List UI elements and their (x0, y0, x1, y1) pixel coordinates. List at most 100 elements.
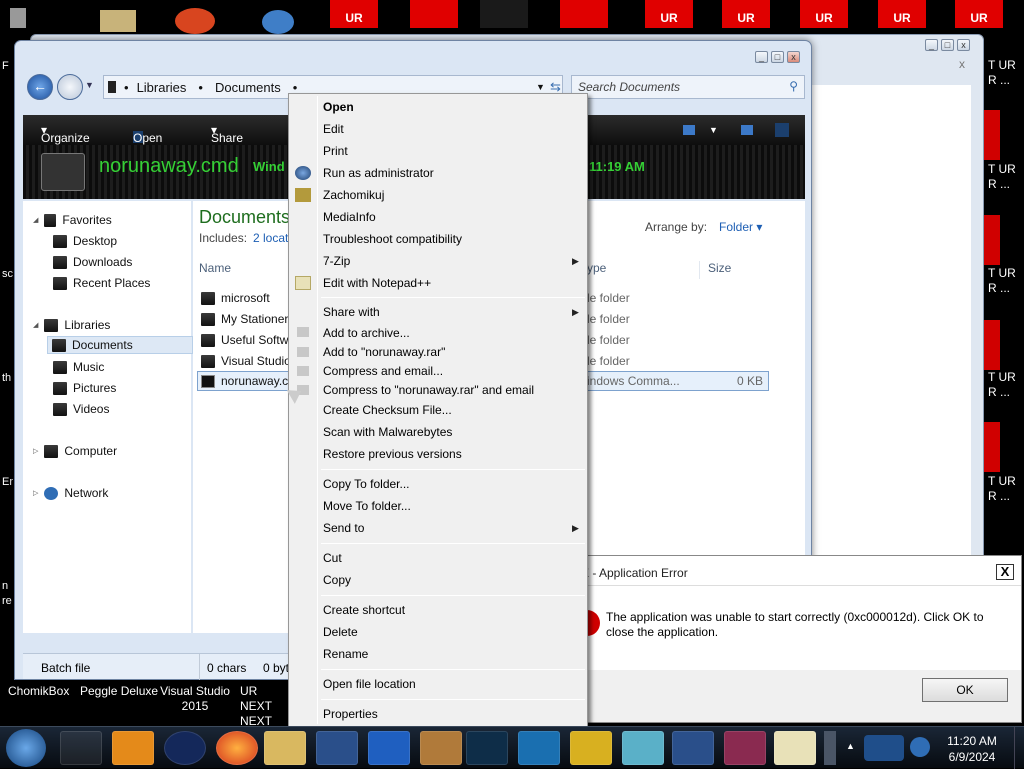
error-dialog-close-button[interactable]: X (996, 564, 1014, 580)
menu-item-properties[interactable]: Properties (323, 704, 378, 724)
menu-item-zachomikuj[interactable]: Zachomikuj (323, 185, 384, 205)
menu-item-send-to[interactable]: Send to (323, 518, 364, 538)
tray-icon-1[interactable] (864, 735, 904, 761)
taskbar-app-12[interactable] (622, 731, 664, 765)
menu-item-open-file-location[interactable]: Open file location (323, 674, 416, 694)
desktop-label-peggle[interactable]: Peggle Deluxe (80, 684, 158, 698)
expand-icon[interactable]: ◢ (33, 321, 38, 329)
desktop-tile-right[interactable] (984, 215, 1000, 265)
desktop-tile-ur[interactable]: UR (955, 0, 1003, 28)
column-header-name[interactable]: Name (199, 261, 231, 275)
bg-minimize-button[interactable]: _ (925, 39, 938, 51)
start-button[interactable] (6, 729, 46, 767)
taskbar-scroll[interactable] (824, 731, 836, 765)
background-window-close[interactable]: x (959, 57, 965, 71)
taskbar-app-6[interactable] (316, 731, 358, 765)
menu-item-scan-with-malwarebytes[interactable]: Scan with Malwarebytes (323, 422, 452, 442)
file-row[interactable]: norunaway.c (201, 372, 288, 390)
menu-item-compress-to-rar-and-email[interactable]: Compress to "norunaway.rar" and email (323, 380, 534, 400)
menu-item-mediainfo[interactable]: MediaInfo (323, 207, 376, 227)
explorer-icon[interactable] (264, 731, 306, 765)
nav-favorites[interactable]: ◢ Favorites (33, 211, 112, 229)
clock[interactable]: 11:20 AM 6/9/2024 (934, 733, 1010, 765)
expand-icon[interactable]: ▷ (33, 489, 38, 497)
desktop-icon-top-4[interactable] (262, 10, 294, 34)
show-desktop-button[interactable] (1014, 727, 1024, 769)
menu-item-copy[interactable]: Copy (323, 570, 351, 590)
help-icon[interactable] (775, 123, 789, 137)
nav-videos[interactable]: Videos (53, 400, 109, 418)
view-options-icon[interactable] (683, 125, 695, 135)
nav-documents[interactable]: Documents (47, 336, 193, 354)
taskbar-app-8[interactable] (420, 731, 462, 765)
desktop-label-visual-studio[interactable]: Visual Studio 2015 (160, 684, 230, 714)
desktop-tile-ur[interactable] (410, 0, 458, 28)
desktop-tile-ur[interactable]: UR (330, 0, 378, 28)
menu-item-rename[interactable]: Rename (323, 644, 368, 664)
menu-item-delete[interactable]: Delete (323, 622, 358, 642)
notepad-taskbar-icon[interactable] (774, 731, 816, 765)
desktop-icon-top-3[interactable] (175, 8, 215, 34)
desktop-tile-ur[interactable]: UR (878, 0, 926, 28)
desktop-label-chomikbox[interactable]: ChomikBox (8, 684, 69, 698)
menu-item-copy-to-folder[interactable]: Copy To folder... (323, 474, 410, 494)
bg-close-button[interactable]: x (957, 39, 970, 51)
menu-item-move-to-folder[interactable]: Move To folder... (323, 496, 411, 516)
desktop-tile-ur[interactable] (560, 0, 608, 28)
winrar-taskbar-icon[interactable] (724, 731, 766, 765)
bg-maximize-button[interactable]: □ (941, 39, 954, 51)
nav-music[interactable]: Music (53, 358, 104, 376)
desktop-tile-ur[interactable] (480, 0, 528, 28)
maximize-button[interactable]: □ (771, 51, 784, 63)
menu-item-edit-with-notepad[interactable]: Edit with Notepad++ (323, 273, 431, 293)
menu-item-open[interactable]: Open (323, 97, 354, 117)
menu-item-run-as-administrator[interactable]: Run as administrator (323, 163, 434, 183)
taskbar-app-1[interactable] (60, 731, 102, 765)
taskbar-app-11[interactable] (570, 731, 612, 765)
nav-pictures[interactable]: Pictures (53, 379, 116, 397)
view-dropdown-icon[interactable]: ▼ (709, 125, 718, 135)
taskbar-app-10[interactable] (518, 731, 560, 765)
menu-item-add-to-archive[interactable]: Add to archive... (323, 323, 410, 343)
column-header-type[interactable]: ype (587, 261, 606, 275)
taskbar-app-13[interactable] (672, 731, 714, 765)
breadcrumb-libraries[interactable]: Libraries (137, 80, 187, 95)
tray-icon-2[interactable] (910, 737, 930, 757)
desktop-tile-ur[interactable]: UR (800, 0, 848, 28)
menu-item-cut[interactable]: Cut (323, 548, 342, 568)
address-dropdown-icon[interactable]: ▼ (536, 82, 545, 92)
close-button[interactable]: x (787, 51, 800, 63)
arrange-by-dropdown[interactable]: Folder ▾ (719, 220, 762, 234)
menu-item-create-checksum-file[interactable]: Create Checksum File... (323, 400, 452, 420)
forward-button[interactable] (57, 74, 83, 100)
desktop-tile-ur[interactable]: UR (645, 0, 693, 28)
ok-button[interactable]: OK (922, 678, 1008, 702)
expand-icon[interactable]: ◢ (33, 216, 38, 224)
desktop-tile-ur[interactable]: UR (722, 0, 770, 28)
breadcrumb-documents[interactable]: Documents (215, 80, 281, 95)
nav-desktop[interactable]: Desktop (53, 232, 117, 250)
desktop-icon-top-1[interactable] (10, 8, 26, 28)
menu-item-share-with[interactable]: Share with (323, 302, 380, 322)
nav-downloads[interactable]: Downloads (53, 253, 132, 271)
includes-locations-link[interactable]: 2 locat (253, 231, 288, 245)
minimize-button[interactable]: _ (755, 51, 768, 63)
menu-item-print[interactable]: Print (323, 141, 348, 161)
desktop-tile-right[interactable] (984, 422, 1000, 472)
file-row[interactable]: Visual Studio (201, 352, 291, 370)
menu-item-troubleshoot-compatibility[interactable]: Troubleshoot compatibility (323, 229, 462, 249)
menu-item-edit[interactable]: Edit (323, 119, 344, 139)
taskbar-app-3[interactable] (164, 731, 206, 765)
share-with-button[interactable]: Share with ▾ (211, 123, 243, 159)
preview-pane-icon[interactable] (741, 125, 753, 135)
notification-chevron-icon[interactable]: ▲ (846, 741, 855, 751)
menu-item-create-shortcut[interactable]: Create shortcut (323, 600, 405, 620)
file-row[interactable]: My Stationer (201, 310, 288, 328)
firefox-icon[interactable] (216, 731, 258, 765)
file-row[interactable]: microsoft (201, 289, 270, 307)
nav-recent-places[interactable]: Recent Places (53, 274, 150, 292)
nav-libraries[interactable]: ◢ Libraries (33, 316, 110, 334)
menu-item-7zip[interactable]: 7-Zip (323, 251, 350, 271)
menu-item-restore-previous-versions[interactable]: Restore previous versions (323, 444, 462, 464)
menu-item-compress-and-email[interactable]: Compress and email... (323, 361, 443, 381)
